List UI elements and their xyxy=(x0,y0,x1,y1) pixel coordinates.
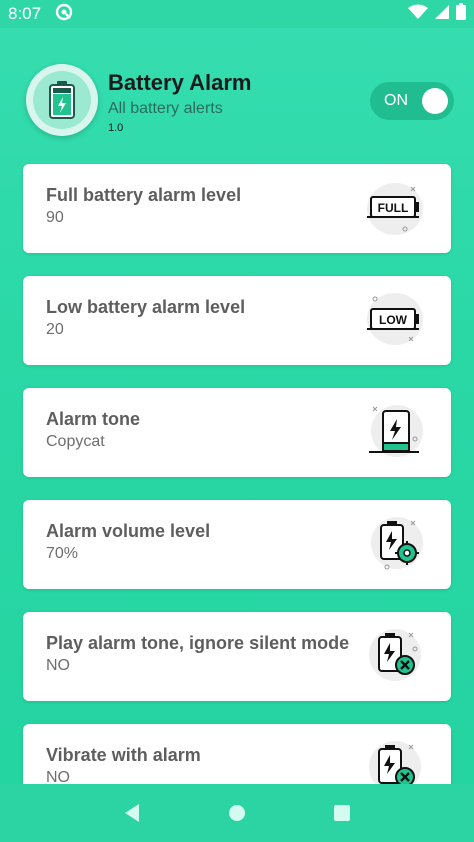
back-icon[interactable] xyxy=(120,801,144,825)
setting-value: 20 xyxy=(46,321,64,338)
phone-charging-icon xyxy=(369,405,423,457)
system-nav-bar xyxy=(0,784,474,842)
sync-icon xyxy=(55,3,73,26)
setting-value: NO xyxy=(46,657,70,674)
battery-status-icon xyxy=(456,3,466,25)
home-icon[interactable] xyxy=(225,801,249,825)
setting-alarm-tone[interactable]: Alarm tone Copycat xyxy=(23,388,451,477)
toggle-label: ON xyxy=(384,92,408,109)
signal-icon xyxy=(434,4,450,25)
setting-low-battery-level[interactable]: Low battery alarm level 20 LOW xyxy=(23,276,451,365)
setting-title: Alarm volume level xyxy=(46,521,211,541)
battery-settings-icon xyxy=(371,517,423,570)
setting-title: Alarm tone xyxy=(46,409,141,429)
icon-text: LOW xyxy=(379,313,408,327)
battery-low-icon: LOW xyxy=(367,293,423,345)
battery-full-icon: FULL xyxy=(367,183,423,235)
setting-title: Low battery alarm level xyxy=(46,297,246,317)
status-time: 8:07 xyxy=(8,4,42,23)
app-header: Battery Alarm All battery alerts 1.0 ON xyxy=(26,64,456,140)
alarm-toggle[interactable]: ON xyxy=(370,82,454,120)
setting-title: Play alarm tone, ignore silent mode xyxy=(46,633,350,653)
battery-cancel-icon xyxy=(369,629,421,681)
setting-value: 90 xyxy=(46,209,64,226)
recents-icon[interactable] xyxy=(330,801,354,825)
battery-charging-icon xyxy=(49,81,75,119)
setting-title: Vibrate with alarm xyxy=(46,745,201,765)
setting-alarm-volume[interactable]: Alarm volume level 70% xyxy=(23,500,451,589)
setting-value: 70% xyxy=(46,545,79,562)
wifi-icon xyxy=(408,4,428,25)
app-version: 1.0 xyxy=(108,122,124,134)
app-subtitle: All battery alerts xyxy=(108,100,223,117)
setting-title: Full battery alarm level xyxy=(46,185,242,205)
status-bar: 8:07 xyxy=(0,0,474,28)
setting-full-battery-level[interactable]: Full battery alarm level 90 FULL xyxy=(23,164,451,253)
toggle-knob xyxy=(422,88,448,114)
settings-list: Full battery alarm level 90 FULL Low bat… xyxy=(23,164,451,836)
app-title: Battery Alarm xyxy=(108,70,252,95)
setting-ignore-silent-mode[interactable]: Play alarm tone, ignore silent mode NO xyxy=(23,612,451,701)
setting-value: Copycat xyxy=(46,433,105,450)
app-logo xyxy=(26,64,98,136)
icon-text: FULL xyxy=(378,201,409,215)
